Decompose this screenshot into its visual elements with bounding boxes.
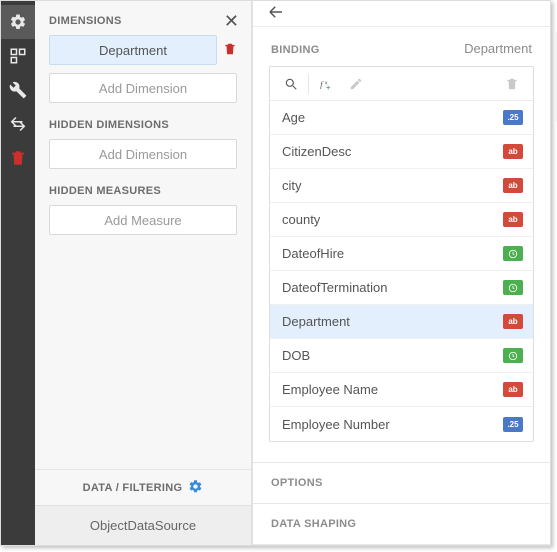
binding-value: Department bbox=[464, 41, 532, 56]
field-row[interactable]: DateofTermination bbox=[270, 271, 533, 305]
wrench-icon bbox=[9, 81, 27, 99]
svg-text:+: + bbox=[326, 82, 331, 90]
field-toolbar: fx+ bbox=[270, 67, 533, 101]
back-arrow-icon[interactable] bbox=[267, 3, 285, 24]
type-text-icon: ab bbox=[503, 212, 523, 227]
trash-icon bbox=[9, 149, 27, 167]
function-add-icon[interactable]: fx+ bbox=[311, 69, 341, 99]
right-edge-decoration bbox=[553, 32, 557, 122]
binding-label: BINDING bbox=[271, 44, 320, 56]
field-name: Employee Name bbox=[282, 382, 378, 397]
type-date-icon bbox=[503, 348, 523, 363]
rail-wrench[interactable] bbox=[1, 73, 35, 107]
binding-panel: BINDING Department fx+ Age.25C bbox=[252, 1, 550, 545]
type-date-icon bbox=[503, 246, 523, 261]
field-name: Employee Number bbox=[282, 417, 390, 432]
field-name: county bbox=[282, 212, 320, 227]
field-row[interactable]: Department ab bbox=[270, 305, 533, 339]
type-date-icon bbox=[503, 280, 523, 295]
close-icon[interactable]: ✕ bbox=[224, 11, 239, 32]
field-row[interactable]: CitizenDesc ab bbox=[270, 135, 533, 169]
type-text-icon: ab bbox=[503, 144, 523, 159]
type-text-icon: ab bbox=[503, 314, 523, 329]
field-row[interactable]: Age .25 bbox=[270, 101, 533, 135]
type-text-icon: ab bbox=[503, 382, 523, 397]
add-hidden-dimension-button[interactable]: Add Dimension bbox=[49, 139, 237, 169]
field-list: Age .25 CitizenDesc ab city ab county ab DateofH… bbox=[270, 101, 533, 441]
datasource-row[interactable]: ObjectDataSource bbox=[35, 505, 251, 545]
hidden-measures-header: HIDDEN MEASURES bbox=[49, 185, 237, 197]
left-icon-rail bbox=[1, 1, 35, 545]
dimensions-panel: ✕ DIMENSIONS Department Add Dimension HI… bbox=[35, 1, 252, 545]
type-number-icon: .25 bbox=[503, 417, 523, 432]
svg-text:f: f bbox=[320, 78, 324, 88]
data-filtering-row[interactable]: DATA / FILTERING bbox=[35, 469, 251, 505]
gear-icon bbox=[188, 479, 203, 497]
add-dimension-button[interactable]: Add Dimension bbox=[49, 73, 237, 103]
field-row[interactable]: DOB bbox=[270, 339, 533, 373]
delete-dimension-icon[interactable] bbox=[223, 42, 237, 59]
field-name: CitizenDesc bbox=[282, 144, 351, 159]
dimension-pill-department[interactable]: Department bbox=[49, 35, 217, 65]
rail-swap[interactable] bbox=[1, 107, 35, 141]
field-name: DateofHire bbox=[282, 246, 344, 261]
field-row[interactable]: city ab bbox=[270, 169, 533, 203]
data-filtering-label: DATA / FILTERING bbox=[83, 482, 183, 494]
field-list-box: fx+ Age .25 CitizenDesc ab city ab county ab Dat… bbox=[269, 66, 534, 442]
dimensions-header: DIMENSIONS bbox=[49, 15, 237, 27]
layout-icon bbox=[9, 47, 27, 65]
add-measure-button[interactable]: Add Measure bbox=[49, 205, 237, 235]
search-icon[interactable] bbox=[276, 69, 306, 99]
field-name: DOB bbox=[282, 348, 310, 363]
gear-icon bbox=[9, 13, 27, 31]
edit-icon bbox=[341, 69, 371, 99]
options-section[interactable]: OPTIONS bbox=[253, 462, 550, 503]
trash-icon bbox=[497, 69, 527, 99]
hidden-dimensions-header: HIDDEN DIMENSIONS bbox=[49, 119, 237, 131]
type-text-icon: ab bbox=[503, 178, 523, 193]
field-name: Age bbox=[282, 110, 305, 125]
rail-layout[interactable] bbox=[1, 39, 35, 73]
field-row[interactable]: Employee Number .25 bbox=[270, 407, 533, 441]
field-name: DateofTermination bbox=[282, 280, 388, 295]
field-row[interactable]: DateofHire bbox=[270, 237, 533, 271]
type-number-icon: .25 bbox=[503, 110, 523, 125]
field-row[interactable]: Employee Name ab bbox=[270, 373, 533, 407]
rail-settings[interactable] bbox=[1, 5, 35, 39]
data-shaping-section[interactable]: DATA SHAPING bbox=[253, 503, 550, 545]
rail-delete[interactable] bbox=[1, 141, 35, 175]
swap-icon bbox=[9, 115, 27, 133]
field-row[interactable]: county ab bbox=[270, 203, 533, 237]
field-name: Department bbox=[282, 314, 350, 329]
field-name: city bbox=[282, 178, 302, 193]
